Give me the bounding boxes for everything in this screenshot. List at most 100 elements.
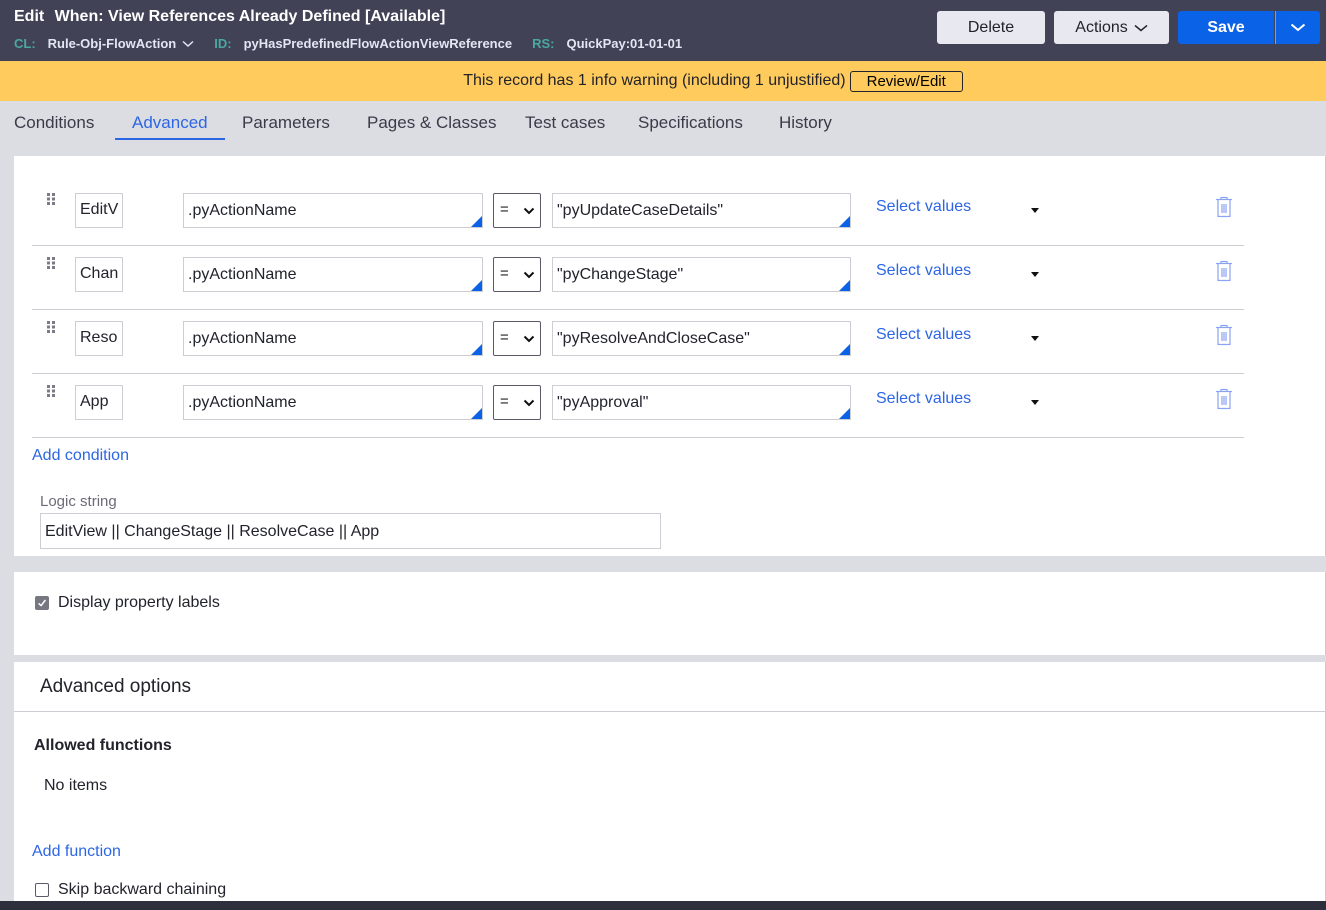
display-options-panel: Display property labels — [14, 572, 1326, 655]
operator-value: = — [500, 393, 509, 410]
class-key: CL: — [14, 36, 36, 51]
rule-title: When: View References Already Defined [A… — [54, 8, 446, 25]
id-key: ID: — [214, 36, 232, 51]
add-function-link[interactable]: Add function — [32, 843, 121, 861]
ruleset-key: RS: — [532, 36, 555, 51]
record-meta: CL: Rule-Obj-FlowAction ID: pyHasPredefi… — [14, 36, 702, 51]
trash-icon[interactable] — [1215, 260, 1233, 282]
delete-button-label: Delete — [967, 18, 1015, 36]
record-header: Edit When: View References Already Defin… — [0, 0, 1326, 61]
autocomplete-corner-icon — [471, 344, 482, 355]
property-value: .pyActionName — [188, 202, 297, 219]
save-options-button[interactable] — [1275, 11, 1320, 44]
tab-advanced[interactable]: Advanced — [132, 113, 208, 133]
value-text: "pyResolveAndCloseCase" — [557, 330, 750, 347]
value-input[interactable]: "pyUpdateCaseDetails" — [552, 193, 851, 228]
condition-row: Chan .pyActionName = "pyChangeStage" Sel… — [32, 246, 1244, 310]
chevron-down-icon — [1134, 24, 1148, 31]
logic-string-input[interactable]: EditView || ChangeStage || ResolveCase |… — [40, 513, 661, 549]
operator-value: = — [500, 265, 509, 282]
select-values-link[interactable]: Select values — [876, 326, 971, 344]
delete-button[interactable]: Delete — [937, 11, 1045, 44]
chevron-down-icon — [182, 40, 194, 47]
autocomplete-corner-icon — [839, 216, 850, 227]
condition-label-input[interactable]: EditV — [75, 193, 123, 228]
chevron-down-icon — [523, 399, 535, 407]
caret-down-icon[interactable] — [1031, 272, 1039, 277]
property-input[interactable]: .pyActionName — [183, 257, 483, 292]
tab-history[interactable]: History — [779, 113, 832, 133]
caret-down-icon[interactable] — [1031, 208, 1039, 213]
value-input[interactable]: "pyResolveAndCloseCase" — [552, 321, 851, 356]
property-input[interactable]: .pyActionName — [183, 385, 483, 420]
autocomplete-corner-icon — [471, 408, 482, 419]
trash-icon[interactable] — [1215, 324, 1233, 346]
value-input[interactable]: "pyChangeStage" — [552, 257, 851, 292]
operator-select[interactable]: = — [493, 257, 541, 292]
active-tab-indicator — [115, 138, 225, 140]
value-text: "pyUpdateCaseDetails" — [557, 202, 724, 219]
caret-down-icon[interactable] — [1031, 336, 1039, 341]
tab-parameters[interactable]: Parameters — [242, 113, 330, 133]
operator-select[interactable]: = — [493, 385, 541, 420]
drag-handle-icon[interactable] — [46, 384, 56, 398]
chevron-down-icon — [523, 335, 535, 343]
conditions-panel: EditV .pyActionName = "pyUpdateCaseDetai… — [14, 156, 1326, 556]
tab-pages-classes[interactable]: Pages & Classes — [367, 113, 496, 133]
autocomplete-corner-icon — [839, 280, 850, 291]
property-input[interactable]: .pyActionName — [183, 193, 483, 228]
value-input[interactable]: "pyApproval" — [552, 385, 851, 420]
tab-conditions[interactable]: Conditions — [14, 113, 94, 133]
value-text: "pyChangeStage" — [557, 266, 684, 283]
actions-button-label: Actions — [1075, 18, 1128, 36]
bottom-bar — [0, 901, 1326, 910]
tab-test-cases[interactable]: Test cases — [525, 113, 605, 133]
drag-handle-icon[interactable] — [46, 192, 56, 206]
advanced-options-panel: Advanced options Allowed functions No it… — [14, 662, 1326, 910]
skip-backward-chaining-label: Skip backward chaining — [58, 881, 227, 898]
chevron-down-icon — [523, 207, 535, 215]
condition-label-input[interactable]: Reso — [75, 321, 123, 356]
display-labels-label: Display property labels — [58, 594, 220, 611]
drag-handle-icon[interactable] — [46, 320, 56, 334]
autocomplete-corner-icon — [471, 216, 482, 227]
property-input[interactable]: .pyActionName — [183, 321, 483, 356]
warning-text: This record has 1 info warning (includin… — [463, 72, 846, 89]
display-labels-checkbox[interactable] — [35, 596, 49, 610]
record-title: Edit When: View References Already Defin… — [14, 8, 445, 26]
property-value: .pyActionName — [188, 330, 297, 347]
review-edit-button[interactable]: Review/Edit — [849, 70, 963, 92]
condition-label-input[interactable]: Chan — [75, 257, 123, 292]
caret-down-icon[interactable] — [1031, 400, 1039, 405]
class-value[interactable]: Rule-Obj-FlowAction — [48, 36, 195, 51]
no-items-text: No items — [44, 777, 108, 794]
tab-specifications[interactable]: Specifications — [638, 113, 743, 133]
actions-button[interactable]: Actions — [1054, 11, 1169, 44]
drag-handle-icon[interactable] — [46, 256, 56, 270]
skip-backward-chaining-checkbox[interactable] — [35, 883, 49, 897]
autocomplete-corner-icon — [471, 280, 482, 291]
condition-label-input[interactable]: App — [75, 385, 123, 420]
save-button-label: Save — [1207, 18, 1245, 36]
add-condition-link[interactable]: Add condition — [32, 447, 129, 465]
select-values-link[interactable]: Select values — [876, 262, 971, 280]
advanced-options-title: Advanced options — [40, 676, 192, 697]
operator-select[interactable]: = — [493, 321, 541, 356]
chevron-down-icon — [523, 271, 535, 279]
condition-row: Reso .pyActionName = "pyResolveAndCloseC… — [32, 310, 1244, 374]
warning-banner: This record has 1 info warning (includin… — [0, 61, 1326, 101]
class-value-text: Rule-Obj-FlowAction — [47, 36, 177, 51]
ruleset-value: QuickPay:01-01-01 — [566, 36, 683, 51]
id-value: pyHasPredefinedFlowActionViewReference — [243, 36, 513, 51]
chevron-down-icon — [1290, 23, 1306, 32]
select-values-link[interactable]: Select values — [876, 390, 971, 408]
condition-row: App .pyActionName = "pyApproval" Select … — [32, 374, 1244, 438]
trash-icon[interactable] — [1215, 196, 1233, 218]
operator-select[interactable]: = — [493, 193, 541, 228]
save-button[interactable]: Save — [1178, 11, 1274, 44]
edit-label: Edit — [14, 8, 45, 25]
operator-value: = — [500, 201, 509, 218]
trash-icon[interactable] — [1215, 388, 1233, 410]
allowed-functions-title: Allowed functions — [34, 737, 172, 754]
select-values-link[interactable]: Select values — [876, 198, 971, 216]
